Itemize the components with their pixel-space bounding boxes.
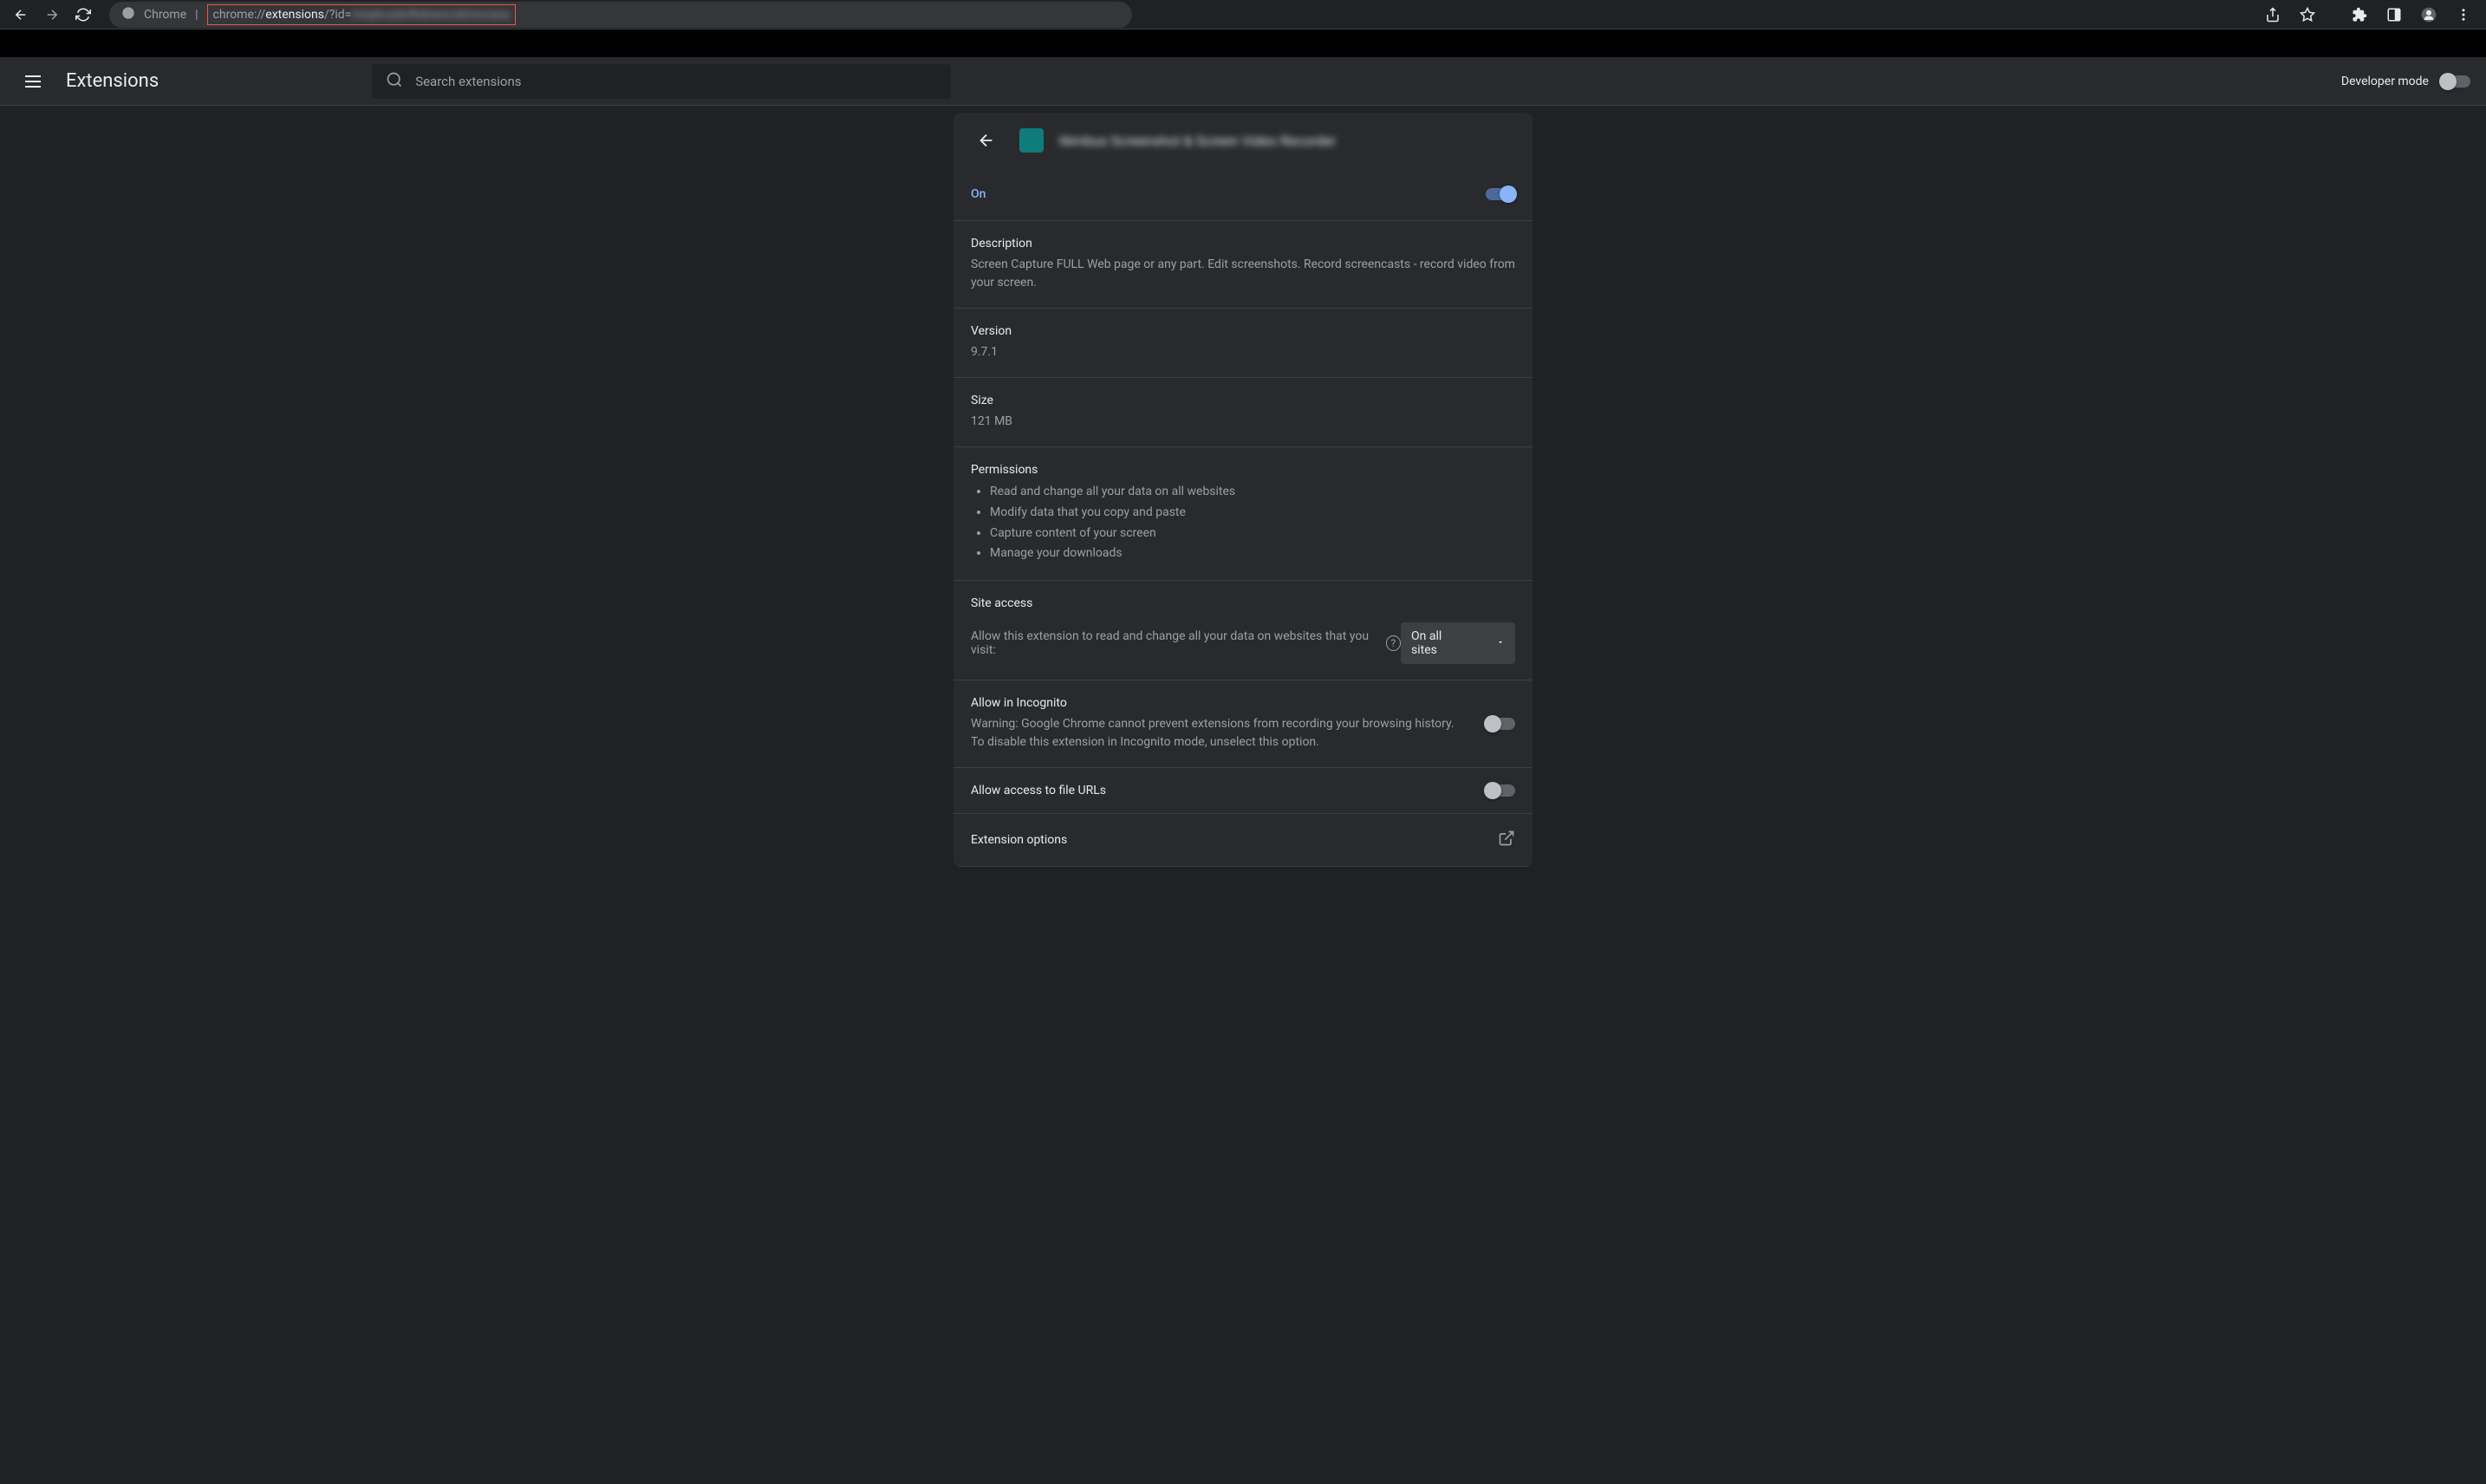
incognito-toggle[interactable] <box>1486 718 1515 730</box>
extension-detail-panel: Nimbus Screenshot & Screen Video Recorde… <box>953 113 1533 867</box>
menu-icon[interactable] <box>2450 1 2477 29</box>
developer-mode-toggle[interactable] <box>2441 75 2470 88</box>
panel-icon[interactable] <box>2380 1 2408 29</box>
on-label: On <box>971 187 986 201</box>
version-value: 9.7.1 <box>971 343 1515 361</box>
address-bar[interactable]: Chrome | chrome://extensions/?id=mnpbcad… <box>109 2 1132 28</box>
help-icon[interactable]: ? <box>1386 635 1401 651</box>
site-access-desc: Allow this extension to read and change … <box>971 629 1379 657</box>
file-urls-label: Allow access to file URLs <box>971 784 1106 797</box>
incognito-warning: Warning: Google Chrome cannot prevent ex… <box>971 715 1468 752</box>
version-label: Version <box>971 324 1515 338</box>
url-highlight: chrome://extensions/?id=mnpbcadofkdneoco… <box>207 4 516 25</box>
site-access-left: Allow this extension to read and change … <box>971 629 1401 657</box>
developer-mode-label: Developer mode <box>2341 75 2429 88</box>
toolbar-actions <box>2259 1 2477 29</box>
developer-mode: Developer mode <box>2341 75 2470 88</box>
site-access-section: Site access Allow this extension to read… <box>953 581 1533 680</box>
incognito-section: Allow in Incognito Warning: Google Chrom… <box>953 680 1533 768</box>
bookmark-icon[interactable] <box>2294 1 2321 29</box>
file-urls-section: Allow access to file URLs <box>953 768 1533 814</box>
description-section: Description Screen Capture FULL Web page… <box>953 221 1533 309</box>
site-access-row: Allow this extension to read and change … <box>971 622 1515 664</box>
extension-icon <box>1019 128 1044 153</box>
site-access-label: Site access <box>971 596 1515 610</box>
panel-back-button[interactable] <box>969 123 1004 158</box>
share-icon[interactable] <box>2259 1 2287 29</box>
search-box[interactable] <box>372 64 951 99</box>
content: Nimbus Screenshot & Screen Video Recorde… <box>0 106 2486 867</box>
site-info-icon[interactable] <box>121 6 135 23</box>
incognito-label: Allow in Incognito <box>971 696 1468 710</box>
chevron-down-icon <box>1496 636 1505 650</box>
permission-item: Capture content of your screen <box>990 524 1515 544</box>
site-access-dropdown[interactable]: On all sites <box>1401 622 1515 664</box>
site-access-value: On all sites <box>1411 629 1467 657</box>
reload-button[interactable] <box>71 3 95 27</box>
on-section: On <box>953 168 1533 221</box>
version-section: Version 9.7.1 <box>953 309 1533 378</box>
size-section: Size 121 MB <box>953 378 1533 447</box>
app-header: Extensions Developer mode <box>0 57 2486 106</box>
black-strip <box>0 29 2486 57</box>
file-urls-toggle[interactable] <box>1486 784 1515 797</box>
description-label: Description <box>971 237 1515 251</box>
size-label: Size <box>971 394 1515 407</box>
enable-toggle[interactable] <box>1486 188 1515 200</box>
description-text: Screen Capture FULL Web page or any part… <box>971 256 1515 292</box>
extensions-icon[interactable] <box>2346 1 2373 29</box>
extension-name: Nimbus Screenshot & Screen Video Recorde… <box>1059 133 1336 149</box>
profile-icon[interactable] <box>2415 1 2443 29</box>
permission-item: Manage your downloads <box>990 543 1515 564</box>
search-icon <box>386 71 403 92</box>
hamburger-menu[interactable] <box>16 64 50 99</box>
page-title: Extensions <box>66 70 159 92</box>
browser-toolbar: Chrome | chrome://extensions/?id=mnpbcad… <box>0 0 2486 29</box>
open-in-new-icon <box>1498 830 1515 850</box>
profile-label: Chrome <box>144 8 186 22</box>
back-button[interactable] <box>9 3 33 27</box>
size-value: 121 MB <box>971 413 1515 431</box>
permission-item: Read and change all your data on all web… <box>990 482 1515 503</box>
url-text: chrome://extensions/?id=mnpbcadofkdneoco… <box>213 8 510 22</box>
forward-button[interactable] <box>40 3 64 27</box>
extension-options-row[interactable]: Extension options <box>953 814 1533 867</box>
extension-options-label: Extension options <box>971 833 1067 847</box>
permissions-list: Read and change all your data on all web… <box>971 482 1515 564</box>
permissions-label: Permissions <box>971 463 1515 477</box>
panel-header: Nimbus Screenshot & Screen Video Recorde… <box>953 113 1533 168</box>
permissions-section: Permissions Read and change all your dat… <box>953 447 1533 581</box>
permission-item: Modify data that you copy and paste <box>990 503 1515 524</box>
search-input[interactable] <box>415 74 937 89</box>
